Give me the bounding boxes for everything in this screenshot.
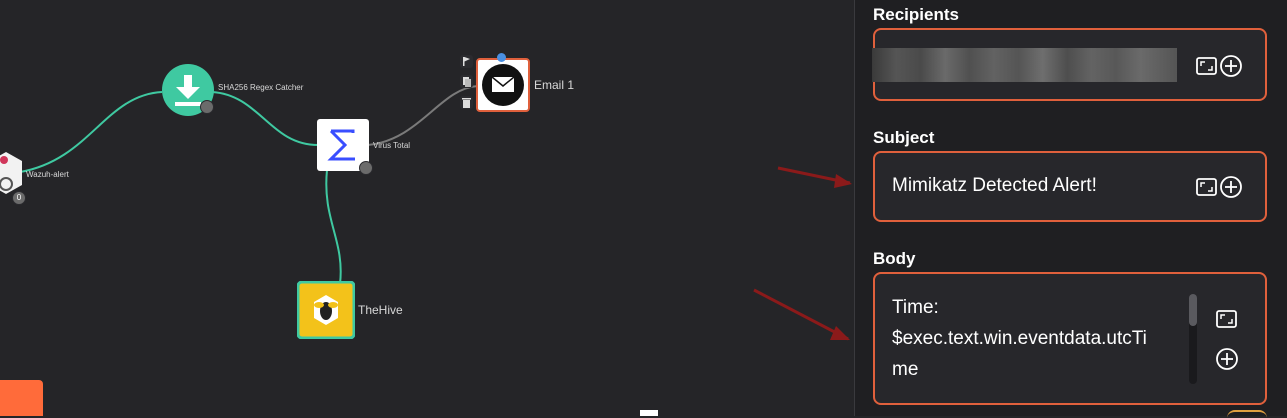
edge-virustotal-thehive <box>325 169 342 285</box>
workflow-canvas[interactable]: 0 Wazuh-alert SHA256 Regex Catcher Virus… <box>0 0 854 416</box>
email-connector-dot[interactable] <box>497 53 506 62</box>
body-line-2: $exec.text.win.eventdata.utcTi <box>892 328 1147 349</box>
add-variable-icon[interactable] <box>1215 347 1239 371</box>
thehive-icon <box>296 280 356 340</box>
cursor-marker <box>640 410 658 416</box>
workflow-edges <box>19 85 852 341</box>
subject-title: Subject <box>873 128 935 147</box>
node-badge-count: 0 <box>16 193 22 202</box>
recipients-title: Recipients <box>873 5 959 24</box>
flag-icon[interactable] <box>460 55 473 68</box>
body-scrollbar-track[interactable] <box>1189 294 1197 384</box>
copy-icon[interactable] <box>460 75 473 88</box>
body-line-3: me <box>892 359 919 380</box>
node-label-wazuh: Wazuh-alert <box>26 170 69 179</box>
edge-sha256-virustotal <box>211 91 319 146</box>
annotation-arrowhead-subject <box>834 174 852 188</box>
email-icon <box>476 58 530 112</box>
email-node[interactable] <box>476 53 530 112</box>
edge-virustotal-email <box>367 85 479 146</box>
body-scrollbar-thumb[interactable] <box>1189 294 1197 326</box>
wazuh-alert-node[interactable]: 0 <box>0 146 26 205</box>
annotation-arrowhead-body <box>830 326 850 340</box>
recipients-field[interactable] <box>872 28 1267 101</box>
bottom-orange-fragment <box>1227 410 1267 418</box>
sha256-regex-node[interactable] <box>162 64 214 116</box>
expand-icon[interactable] <box>1215 307 1239 331</box>
body-title: Body <box>873 249 916 268</box>
orange-action-button[interactable] <box>0 380 43 416</box>
body-field[interactable]: Time: $exec.text.win.eventdata.utcTi me <box>873 272 1267 405</box>
edge-wazuh-sha256 <box>19 91 163 173</box>
node-settings-panel: Recipients Subject Mimikatz Detected Ale… <box>854 0 1287 416</box>
subject-value: Mimikatz Detected Alert! <box>892 175 1097 196</box>
add-variable-icon[interactable] <box>1219 54 1243 78</box>
expand-icon[interactable] <box>1195 175 1219 199</box>
node-label-thehive: TheHive <box>358 303 403 317</box>
node-label-sha256: SHA256 Regex Catcher <box>218 83 304 92</box>
virustotal-node[interactable] <box>317 119 373 175</box>
trash-icon[interactable] <box>460 96 473 109</box>
node-badge: 0 <box>12 191 26 205</box>
add-variable-icon[interactable] <box>1219 175 1243 199</box>
body-line-1: Time: <box>892 297 939 318</box>
thehive-node[interactable] <box>296 280 356 340</box>
expand-icon[interactable] <box>1195 54 1219 78</box>
subject-field[interactable]: Mimikatz Detected Alert! <box>873 151 1267 222</box>
download-sub-icon <box>200 100 214 114</box>
virustotal-sub-icon <box>359 161 373 175</box>
node-label-email: Email 1 <box>534 78 575 92</box>
recipients-redacted-value <box>872 48 1177 82</box>
node-label-virustotal: Virus Total <box>373 141 411 150</box>
